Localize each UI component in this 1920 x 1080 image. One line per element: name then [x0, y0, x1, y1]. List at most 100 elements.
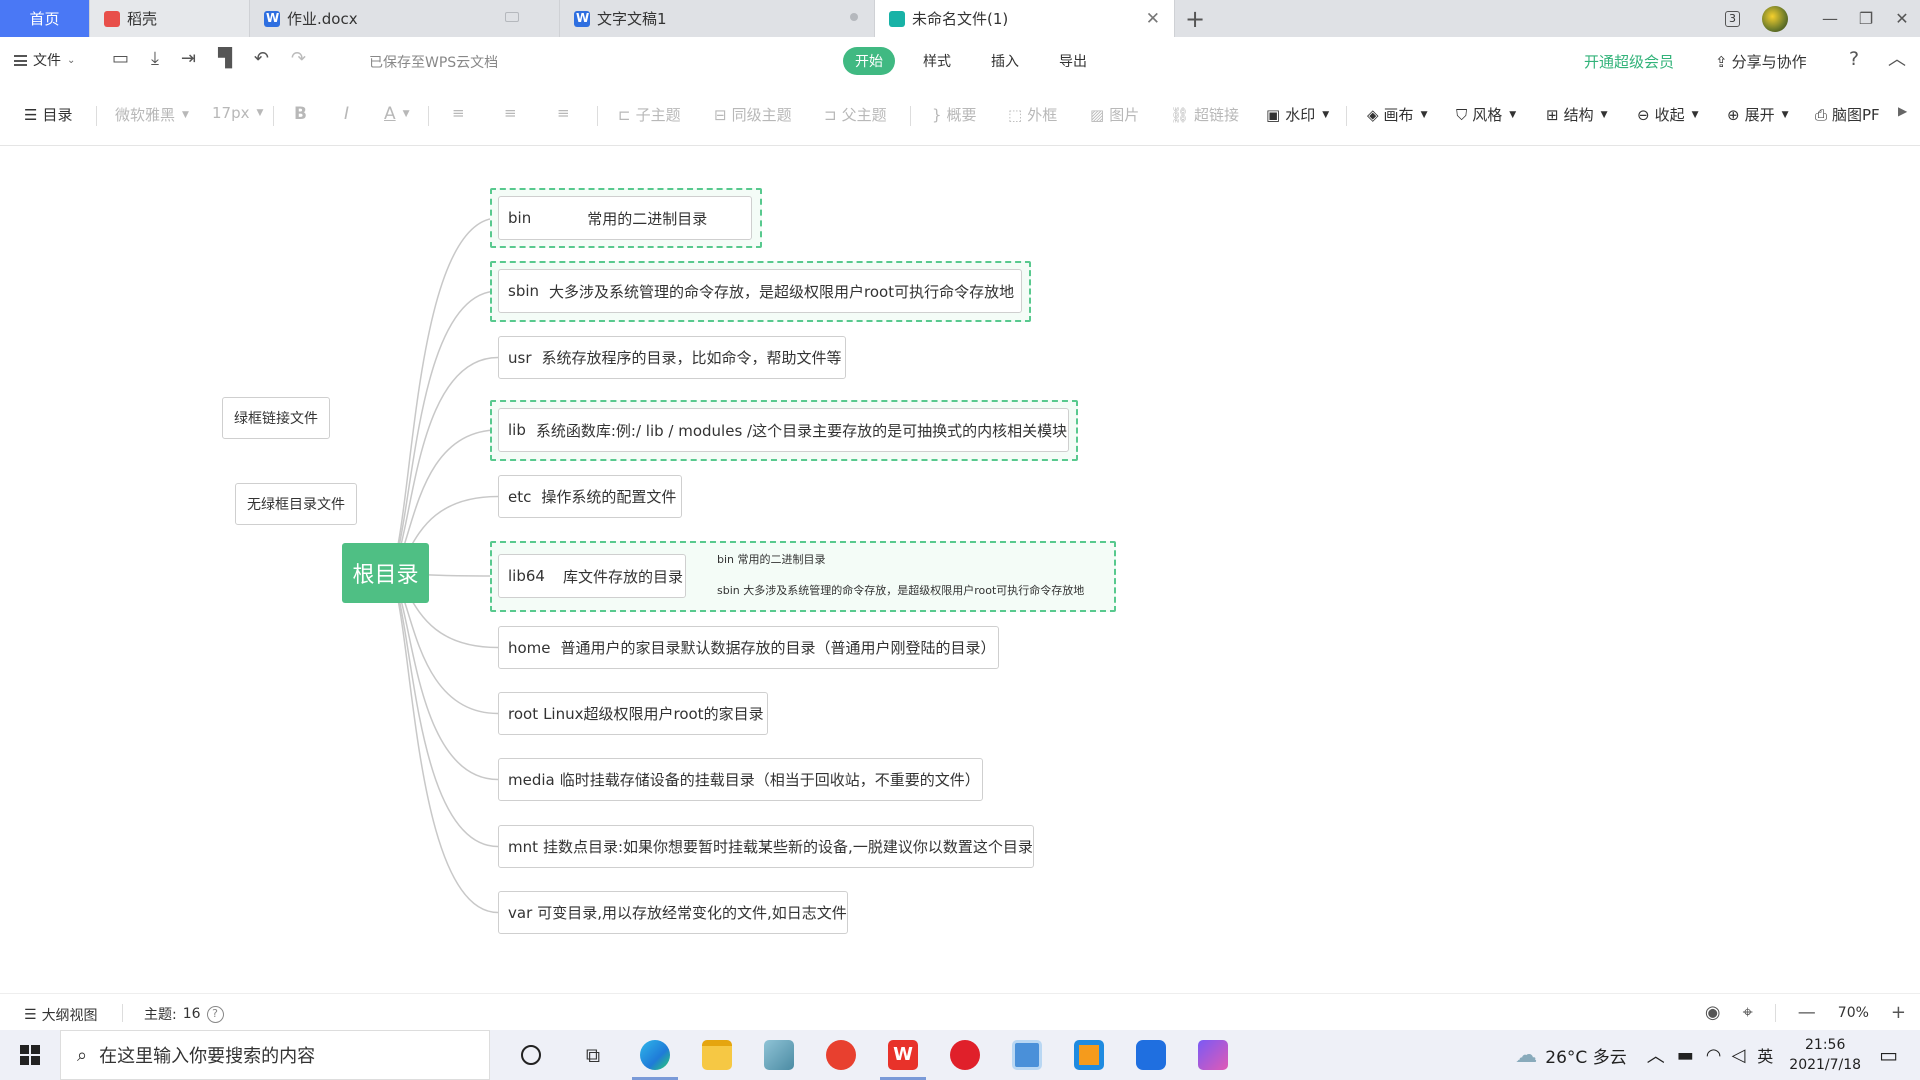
- menu-tab-export[interactable]: 导出: [1047, 47, 1099, 75]
- collapse-button[interactable]: ⊖ 收起 ▼: [1637, 104, 1699, 125]
- topic-node-bin[interactable]: bin 常用的二进制目录: [498, 196, 752, 240]
- mindmap-canvas[interactable]: 绿框链接文件 无绿框目录文件 根目录 bin 常用的二进制目录 sbin 大多涉…: [0, 146, 1920, 993]
- style-button[interactable]: ⛉ 风格 ▼: [1456, 104, 1516, 125]
- netease-app-icon[interactable]: [810, 1030, 872, 1080]
- battery-icon[interactable]: ▬: [1677, 1045, 1694, 1066]
- unsaved-dot-icon[interactable]: [850, 13, 858, 21]
- volume-icon[interactable]: ◁: [1731, 1045, 1745, 1066]
- vmware-app-icon[interactable]: [1058, 1030, 1120, 1080]
- format-painter-icon[interactable]: ▜: [218, 48, 232, 69]
- topic-node-lib64[interactable]: lib64 库文件存放的目录: [498, 554, 686, 598]
- minimize-icon[interactable]: —: [1812, 9, 1848, 28]
- clock[interactable]: 21:56 2021/7/18: [1789, 1035, 1861, 1075]
- topic-node-sbin[interactable]: sbin 大多涉及系统管理的命令存放，是超级权限用户root可执行命令存放地: [498, 269, 1022, 313]
- close-window-icon[interactable]: ✕: [1884, 9, 1920, 28]
- help-icon[interactable]: ?: [1849, 48, 1859, 70]
- start-button[interactable]: [0, 1030, 60, 1080]
- menu-tab-style[interactable]: 样式: [911, 47, 963, 75]
- bold-button[interactable]: B: [294, 104, 307, 124]
- topic-node-root[interactable]: root Linux超级权限用户root的家目录: [498, 692, 768, 735]
- topic-node-usr[interactable]: usr 系统存放程序的目录，比如命令，帮助文件等: [498, 336, 846, 379]
- align-right-icon[interactable]: ≡: [557, 104, 570, 122]
- outline-view-button[interactable]: ☰ 大纲视图: [24, 1005, 98, 1025]
- phone-app-icon[interactable]: [1120, 1030, 1182, 1080]
- outline-button[interactable]: ☰ 目录: [24, 104, 72, 125]
- child-topic-button[interactable]: ⊏ 子主题: [618, 104, 681, 125]
- align-left-icon[interactable]: ≡: [452, 104, 465, 122]
- align-center-icon[interactable]: ≡: [504, 104, 517, 122]
- topic-node-lib[interactable]: lib 系统函数库:例:/ lib / modules /这个目录主要存放的是可…: [498, 408, 1069, 452]
- taskbar-search-box[interactable]: ⌕ 在这里输入你要搜索的内容: [60, 1030, 490, 1080]
- ime-indicator[interactable]: 英: [1757, 1043, 1773, 1067]
- topic-node-media[interactable]: media 临时挂载存储设备的挂载目录（相当于回收站，不重要的文件）: [498, 758, 983, 801]
- save-icon[interactable]: ▭: [112, 48, 129, 69]
- zoom-out-icon[interactable]: —: [1798, 1002, 1816, 1023]
- tab-home[interactable]: 首页: [0, 0, 90, 37]
- hyperlink-button[interactable]: ⛓ 超链接: [1170, 104, 1239, 125]
- topic-node-mnt[interactable]: mnt 挂数点目录:如果你想要暂时挂载某些新的设备,一脱建议你以数置这个目录: [498, 825, 1034, 868]
- status-divider: [1774, 1003, 1776, 1022]
- task-view-icon[interactable]: ⧉: [562, 1030, 624, 1080]
- visibility-icon[interactable]: ◉: [1705, 1002, 1721, 1023]
- tab-daoke[interactable]: 稻壳: [90, 0, 250, 37]
- close-tab-icon[interactable]: ✕: [1146, 9, 1160, 29]
- tab-mindmap-active[interactable]: 未命名文件(1) ✕: [875, 0, 1175, 37]
- topic-node-var[interactable]: var 可变目录,用以存放经常变化的文件,如日志文件: [498, 891, 848, 934]
- outer-frame-button[interactable]: ⬚ 外框: [1008, 104, 1057, 125]
- redo-icon[interactable]: ↷: [291, 48, 306, 69]
- export-icon[interactable]: ⇥: [181, 48, 196, 69]
- file-menu-button[interactable]: 文件 ⌄: [14, 50, 75, 70]
- chevron-up-icon[interactable]: ︿: [1647, 1042, 1665, 1068]
- tab-doc[interactable]: 作业.docx: [250, 0, 560, 37]
- font-family-select[interactable]: 微软雅黑 ▼: [115, 104, 189, 125]
- sibling-topic-button[interactable]: ⊟ 同级主题: [714, 104, 792, 125]
- summary-button[interactable]: } 概要: [932, 104, 977, 125]
- float-node-no-frame-dir[interactable]: 无绿框目录文件: [235, 483, 357, 525]
- weather-text[interactable]: 26°C 多云: [1545, 1043, 1626, 1068]
- cortana-icon[interactable]: [500, 1030, 562, 1080]
- watermark-button[interactable]: ▣ 水印 ▼: [1266, 104, 1329, 125]
- notepad-app-icon[interactable]: [748, 1030, 810, 1080]
- lib64-subtopic-bin[interactable]: bin 常用的二进制目录: [717, 551, 826, 567]
- file-explorer-app-icon[interactable]: [686, 1030, 748, 1080]
- share-button[interactable]: ⇪ 分享与协作: [1715, 51, 1807, 72]
- structure-button[interactable]: ⊞ 结构 ▼: [1546, 104, 1608, 125]
- photos-app-icon[interactable]: [1182, 1030, 1244, 1080]
- music-app-icon[interactable]: [934, 1030, 996, 1080]
- mindmap-pdf-button[interactable]: ⎙ 脑图PF: [1815, 104, 1880, 125]
- collapse-ribbon-icon[interactable]: ︿: [1888, 45, 1906, 71]
- expand-button[interactable]: ⊕ 展开 ▼: [1727, 104, 1789, 125]
- font-color-button[interactable]: A ▼: [384, 104, 410, 124]
- float-node-green-frame-link[interactable]: 绿框链接文件: [222, 397, 330, 439]
- control-panel-app-icon[interactable]: [996, 1030, 1058, 1080]
- monitor-icon[interactable]: [505, 12, 519, 22]
- help-circle-icon[interactable]: ?: [206, 1005, 224, 1023]
- notification-icon[interactable]: ▭: [1879, 1043, 1898, 1067]
- chevron-right-icon[interactable]: ▶: [1898, 104, 1907, 118]
- lib64-subtopic-sbin[interactable]: sbin 大多涉及系统管理的命令存放，是超级权限用户root可执行命令存放地: [717, 582, 1084, 598]
- topic-node-home[interactable]: home 普通用户的家目录默认数据存放的目录（普通用户刚登陆的目录）: [498, 626, 999, 669]
- wps-app-icon[interactable]: W: [872, 1030, 934, 1080]
- vip-link[interactable]: 开通超级会员: [1584, 51, 1674, 72]
- user-avatar[interactable]: [1762, 5, 1788, 32]
- parent-topic-button[interactable]: ⊐ 父主题: [824, 104, 887, 125]
- undo-icon[interactable]: ↶: [254, 48, 269, 69]
- restore-icon[interactable]: ❐: [1848, 9, 1884, 28]
- zoom-level[interactable]: 70%: [1838, 1005, 1869, 1021]
- wifi-icon[interactable]: ◠: [1706, 1045, 1722, 1066]
- topic-node-etc[interactable]: etc 操作系统的配置文件: [498, 475, 682, 518]
- font-size-select[interactable]: 17px ▼: [212, 104, 263, 122]
- new-tab-button[interactable]: +: [1175, 0, 1215, 37]
- edge-app-icon[interactable]: [624, 1030, 686, 1080]
- locate-icon[interactable]: ⌖: [1743, 1002, 1753, 1023]
- download-icon[interactable]: ⤓: [151, 48, 159, 69]
- menu-tab-start[interactable]: 开始: [843, 47, 895, 75]
- workspace-count-badge[interactable]: 3: [1725, 10, 1740, 27]
- zoom-in-icon[interactable]: +: [1891, 1002, 1906, 1023]
- menu-tab-insert[interactable]: 插入: [979, 47, 1031, 75]
- root-topic[interactable]: 根目录: [342, 543, 429, 603]
- image-button[interactable]: ▨ 图片: [1090, 104, 1139, 125]
- tab-text-doc[interactable]: 文字文稿1: [560, 0, 875, 37]
- canvas-button[interactable]: ◈ 画布 ▼: [1367, 104, 1427, 125]
- italic-button[interactable]: I: [344, 104, 349, 124]
